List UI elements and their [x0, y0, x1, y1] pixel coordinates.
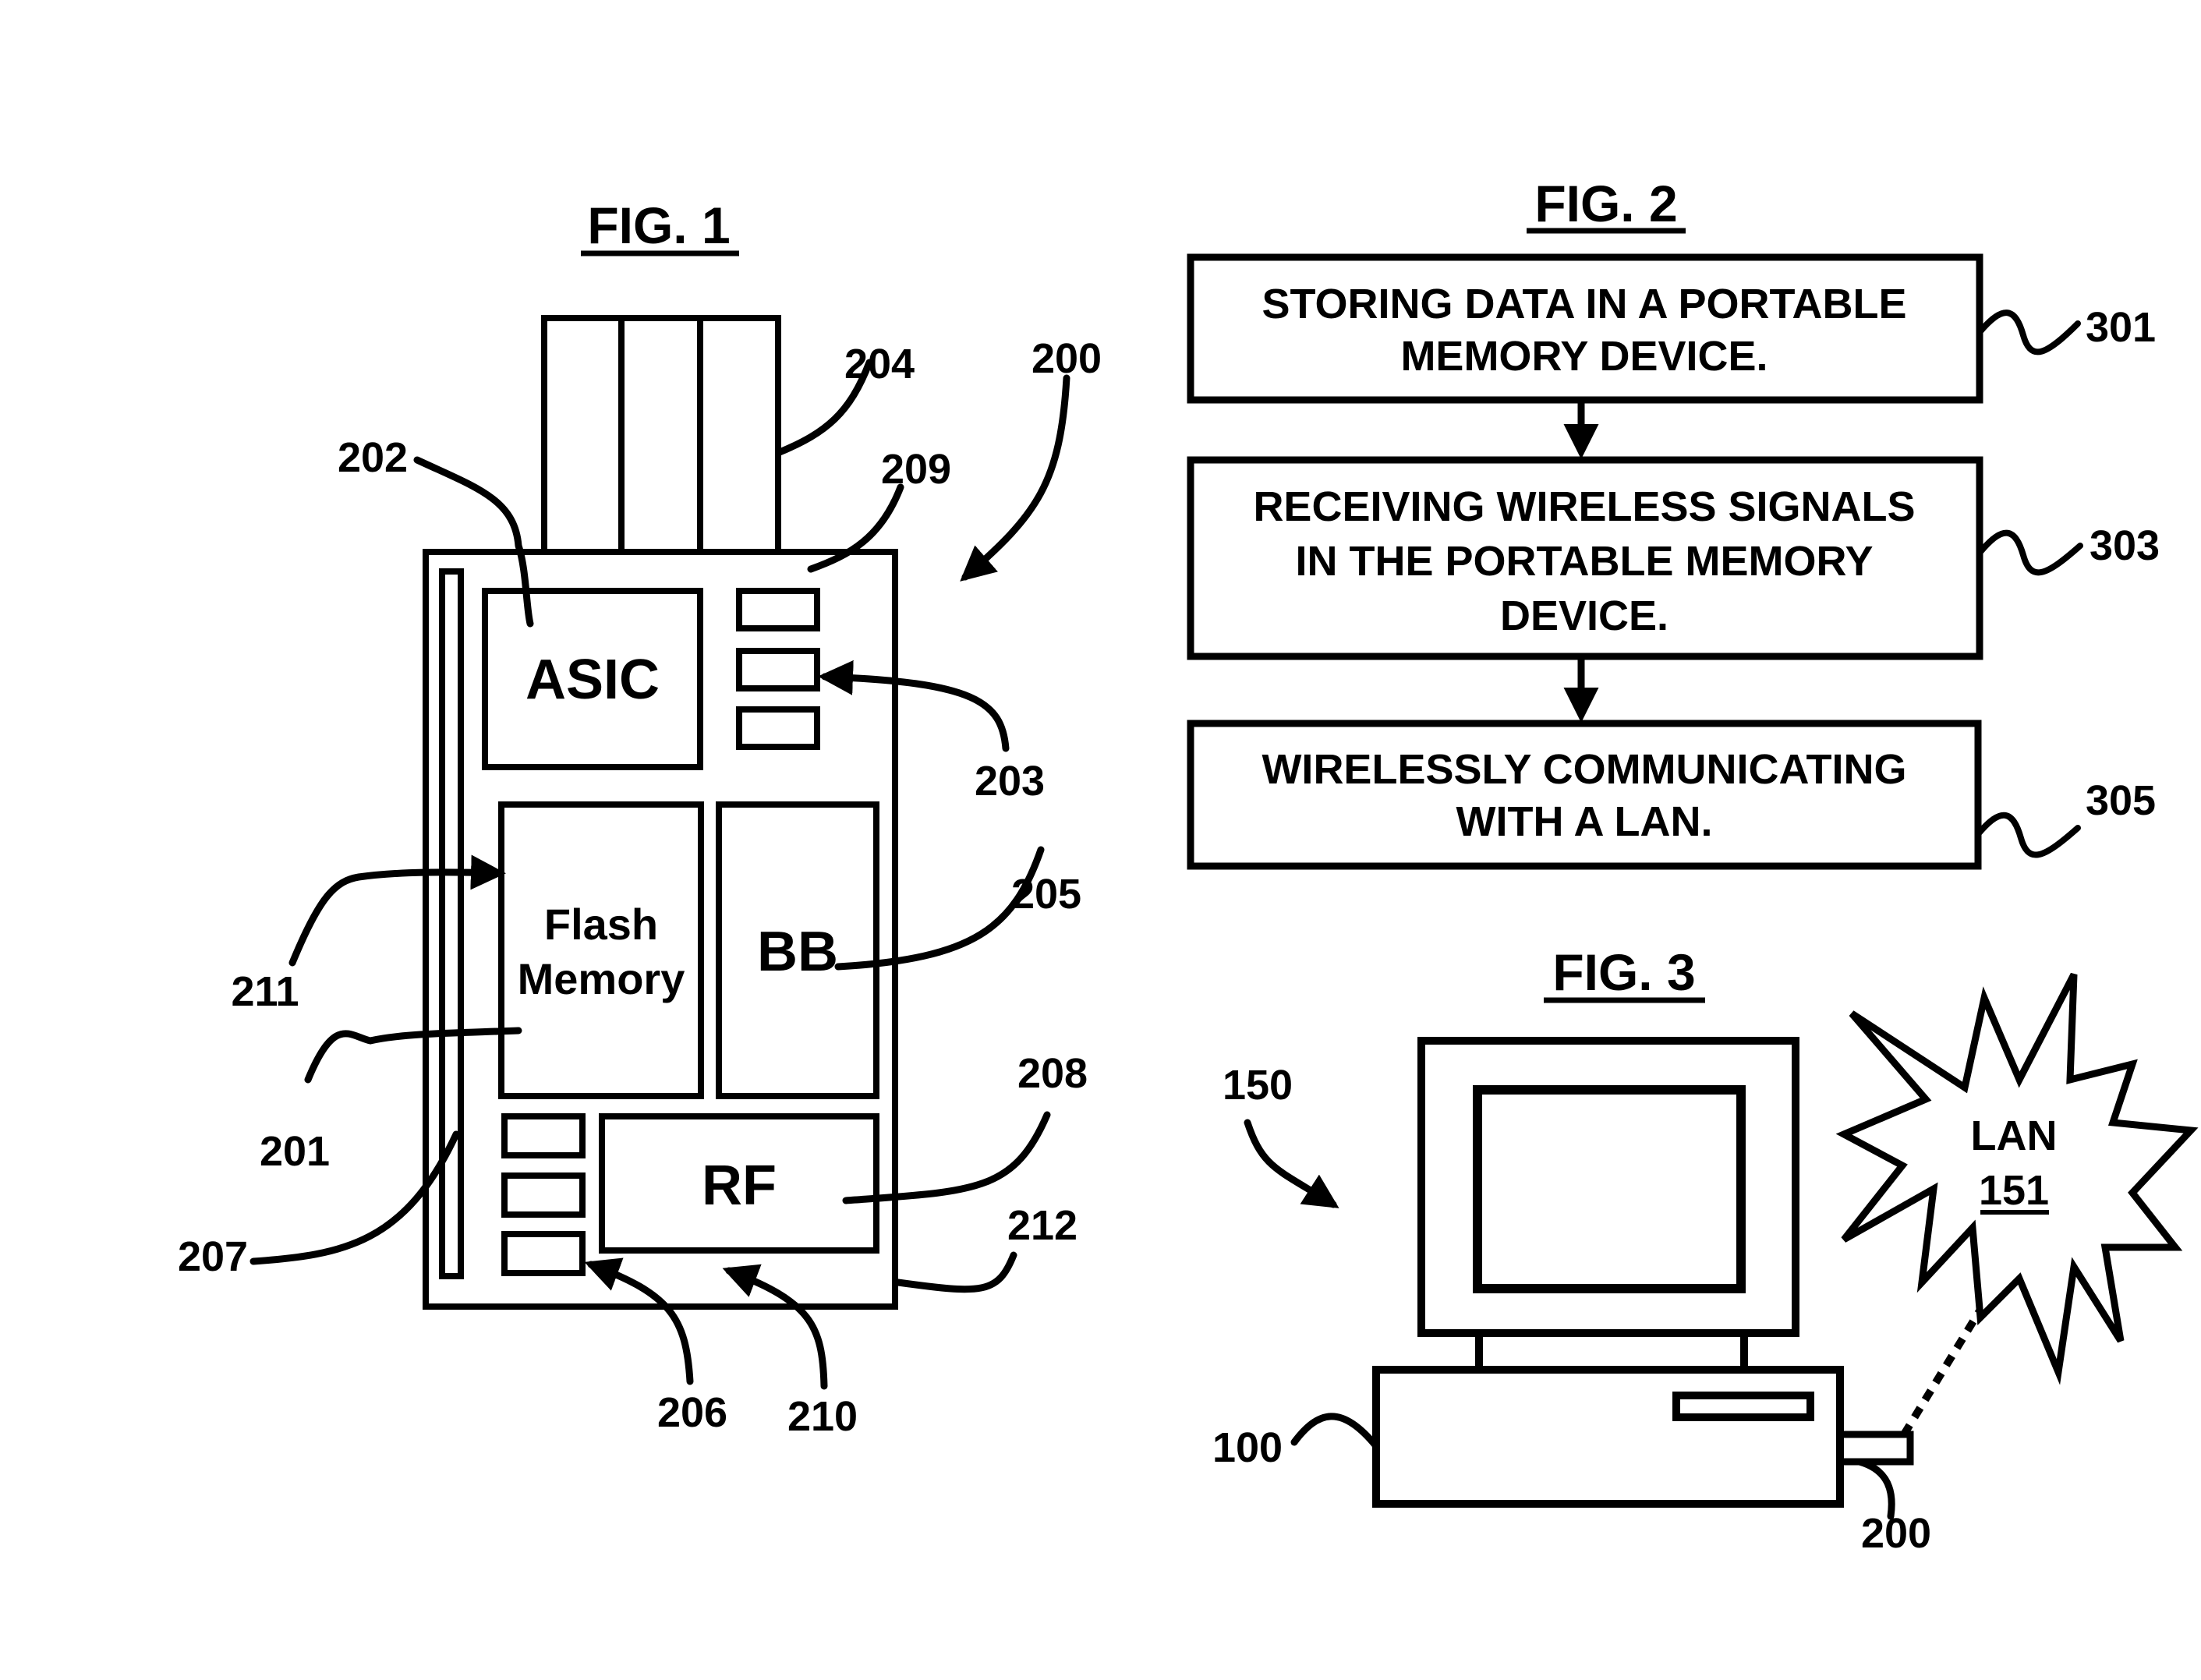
step-303-line2: IN THE PORTABLE MEMORY [1296, 538, 1874, 585]
leader-303 [1977, 529, 2083, 576]
ref-204: 204 [844, 341, 915, 387]
asic-block: ASIC [482, 588, 703, 770]
ref-305: 305 [2086, 777, 2156, 824]
leader-202 [413, 456, 534, 628]
fig1-refs: 204 200 202 209 203 205 211 201 208 207 … [178, 335, 1102, 1440]
leader-203 [818, 660, 1010, 752]
ref-203: 203 [975, 758, 1045, 805]
fig2: FIG. 2 STORING DATA IN A PORTABLE MEMORY… [1187, 175, 2160, 870]
fig2-leaders [1975, 309, 2083, 858]
lan-cloud: LAN 151 [1835, 972, 2199, 1385]
small-components-206 [501, 1113, 586, 1276]
ref-303: 303 [2090, 522, 2160, 569]
monitor-screen [1473, 1085, 1746, 1293]
flash-label-line2: Memory [518, 954, 685, 1003]
step-305-line1: WIRELESSLY COMMUNICATING [1262, 746, 1906, 793]
leader-150 [1244, 1119, 1339, 1208]
flow-step-305: WIRELESSLY COMMUNICATING WITH A LAN. [1187, 720, 1982, 870]
flash-label-line1: Flash [544, 900, 658, 949]
fig1: FIG. 1 ASIC Flash Memory BB RF 204 200 2… [178, 196, 1102, 1440]
ref-200-fig3: 200 [1861, 1510, 1931, 1557]
leader-210 [722, 1264, 828, 1390]
ref-211: 211 [231, 968, 299, 1015]
leader-305 [1975, 812, 2081, 858]
lan-ref: 151 [1979, 1167, 2049, 1214]
step-301-line1: STORING DATA IN A PORTABLE [1262, 281, 1907, 327]
ref-205: 205 [1011, 871, 1081, 918]
leader-212 [894, 1251, 1017, 1293]
ref-208: 208 [1017, 1050, 1088, 1097]
computer-base [1372, 1366, 1844, 1508]
leader-209 [807, 483, 904, 573]
ref-212: 212 [1007, 1202, 1077, 1249]
bb-label: BB [757, 921, 838, 983]
ref-201: 201 [260, 1128, 330, 1175]
flow-step-301: STORING DATA IN A PORTABLE MEMORY DEVICE… [1187, 253, 1983, 404]
leader-211 [288, 854, 506, 967]
small-components-203 [736, 588, 820, 750]
ref-209: 209 [881, 446, 951, 493]
leader-201 [304, 1027, 522, 1084]
portable-memory-device [1836, 1431, 1914, 1466]
step-303-line1: RECEIVING WIRELESS SIGNALS [1253, 483, 1915, 530]
fig3-title: FIG. 3 [1552, 943, 1695, 1001]
rf-label: RF [702, 1155, 777, 1217]
leader-200-fig3 [1856, 1458, 1895, 1520]
ref-150: 150 [1223, 1062, 1293, 1109]
leader-100 [1290, 1413, 1380, 1450]
ref-206: 206 [657, 1389, 727, 1436]
fig2-title: FIG. 2 [1534, 175, 1677, 232]
wireless-link [1900, 1307, 1984, 1437]
computer-monitor [1417, 1037, 1799, 1368]
usb-connector [541, 315, 781, 555]
ref-202: 202 [338, 434, 408, 481]
leader-301 [1977, 309, 2081, 355]
patent-drawing-sheet: FIG. 1 ASIC Flash Memory BB RF 204 200 2… [178, 175, 2199, 1557]
lan-label: LAN [1971, 1112, 2058, 1159]
step-301-line2: MEMORY DEVICE. [1400, 333, 1768, 380]
baseband-block: BB [716, 801, 879, 1099]
ref-200: 200 [1031, 335, 1102, 382]
ref-100: 100 [1212, 1424, 1283, 1471]
ref-210: 210 [787, 1393, 858, 1440]
rf-block: RF [599, 1113, 879, 1254]
fig1-title: FIG. 1 [587, 196, 730, 254]
antenna-strip [439, 568, 464, 1279]
leader-200 [960, 374, 1070, 582]
fig3: FIG. 3 LAN 151 150 100 200 [1212, 943, 2199, 1557]
fig1-leaders [249, 359, 1070, 1390]
flow-step-303: RECEIVING WIRELESS SIGNALS IN THE PORTAB… [1187, 456, 1983, 660]
step-303-line3: DEVICE. [1500, 592, 1668, 639]
leader-206 [584, 1257, 694, 1385]
ref-207: 207 [178, 1233, 248, 1280]
step-305-line2: WITH A LAN. [1456, 798, 1713, 845]
asic-label: ASIC [525, 649, 660, 711]
disk-drive-slot [1672, 1392, 1814, 1421]
flash-memory-block: Flash Memory [498, 801, 704, 1099]
ref-301: 301 [2086, 304, 2156, 351]
